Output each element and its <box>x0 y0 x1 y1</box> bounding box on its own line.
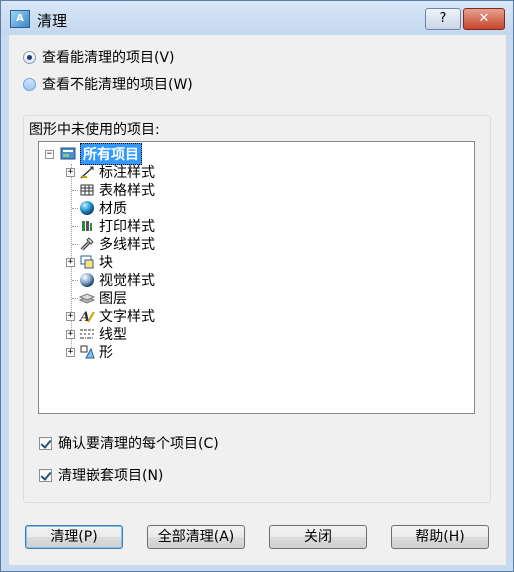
tree-branch <box>72 190 78 191</box>
purge-all-button[interactable]: 全部清理(A) <box>147 525 245 549</box>
view-purgeable-option[interactable]: 查看能清理的项目(V) <box>23 47 175 67</box>
tree-item-label: 多线样式 <box>99 237 155 253</box>
tree-item-label: 文字样式 <box>99 309 155 325</box>
tree-item-label: 线型 <box>99 327 127 343</box>
view-nonpurgeable-radio[interactable] <box>23 77 36 91</box>
block-icon <box>79 254 95 270</box>
dimension-style-icon <box>79 164 95 180</box>
tree-item-table-styles[interactable]: 表格样式 <box>72 181 155 199</box>
tree-item-linetypes[interactable]: + 线型 <box>66 325 127 343</box>
all-items-icon <box>60 146 76 162</box>
multiline-style-icon <box>79 236 95 252</box>
tree-branch <box>72 298 78 299</box>
table-style-icon <box>79 182 95 198</box>
purge-nested-option[interactable]: 清理嵌套项目(N) <box>39 465 163 485</box>
tree-branch <box>72 226 78 227</box>
text-style-icon: A <box>78 308 95 325</box>
expand-toggle[interactable]: + <box>66 257 75 267</box>
view-purgeable-radio[interactable] <box>23 50 36 64</box>
dialog-body: 查看能清理的项目(V) 查看不能清理的项目(W) 图形中未使用的项目: − 所有… <box>9 35 506 565</box>
unused-items-label: 图形中未使用的项目: <box>27 119 162 139</box>
window-title: 清理 <box>37 12 68 30</box>
tree-item-shapes[interactable]: + 形 <box>66 343 113 361</box>
expand-toggle[interactable]: + <box>66 167 75 177</box>
tree-item-label: 打印样式 <box>99 219 155 235</box>
tree-branch <box>72 244 78 245</box>
tree-item-label: 材质 <box>99 201 127 217</box>
view-nonpurgeable-option[interactable]: 查看不能清理的项目(W) <box>23 74 193 94</box>
tree-item-label: 块 <box>99 255 113 271</box>
visual-style-icon <box>79 272 95 288</box>
expand-toggle[interactable]: + <box>66 329 75 339</box>
tree-item-materials[interactable]: 材质 <box>72 199 127 217</box>
tree-item-dimension-styles[interactable]: + 标注样式 <box>66 163 155 181</box>
help-button[interactable]: ? <box>425 8 461 30</box>
tree-item-label: 形 <box>99 345 113 361</box>
title-bar[interactable]: A 清理 ? ✕ <box>1 1 513 35</box>
tree-item-label: 视觉样式 <box>99 273 155 289</box>
tree-branch <box>72 208 78 209</box>
tree-item-plot-styles[interactable]: 打印样式 <box>72 217 155 235</box>
tree-branch <box>72 280 78 281</box>
tree-item-visual-styles[interactable]: 视觉样式 <box>72 271 155 289</box>
view-nonpurgeable-label: 查看不能清理的项目(W) <box>42 77 193 93</box>
tree-item-label: 表格样式 <box>99 183 155 199</box>
close-window-button[interactable]: ✕ <box>463 8 505 30</box>
close-button[interactable]: 关闭 <box>269 525 367 549</box>
expand-toggle[interactable]: + <box>66 311 75 321</box>
help-dialog-button[interactable]: 帮助(H) <box>391 525 489 549</box>
tree-item-text-styles[interactable]: + A 文字样式 <box>66 307 155 325</box>
purge-nested-checkbox[interactable] <box>39 468 52 482</box>
purge-button[interactable]: 清理(P) <box>25 525 123 549</box>
app-icon: A <box>10 10 30 28</box>
purge-dialog: A 清理 ? ✕ 查看能清理的项目(V) 查看不能清理的项目(W) 图形中未使用… <box>0 0 514 572</box>
confirm-each-label: 确认要清理的每个项目(C) <box>58 436 219 452</box>
items-tree[interactable]: − 所有项目 + 标注样式 表格样式 材质 打印样式 多线样式 + 块 视觉样式… <box>38 141 475 414</box>
material-sphere-icon <box>79 200 95 216</box>
layer-icon <box>78 290 96 306</box>
tree-item-label: 图层 <box>99 291 127 307</box>
tree-root[interactable]: − 所有项目 <box>45 143 142 165</box>
tree-item-multiline-styles[interactable]: 多线样式 <box>72 235 155 253</box>
collapse-toggle[interactable]: − <box>45 149 54 159</box>
confirm-each-option[interactable]: 确认要清理的每个项目(C) <box>39 433 219 453</box>
linetype-icon <box>79 326 95 342</box>
plot-style-icon <box>79 218 95 234</box>
tree-item-layers[interactable]: 图层 <box>72 289 127 307</box>
purge-nested-label: 清理嵌套项目(N) <box>58 468 164 484</box>
shape-icon <box>79 344 95 360</box>
confirm-each-checkbox[interactable] <box>39 436 52 450</box>
expand-toggle[interactable]: + <box>66 347 75 357</box>
view-purgeable-label: 查看能清理的项目(V) <box>42 50 175 66</box>
tree-item-blocks[interactable]: + 块 <box>66 253 113 271</box>
tree-item-label: 标注样式 <box>99 165 155 181</box>
